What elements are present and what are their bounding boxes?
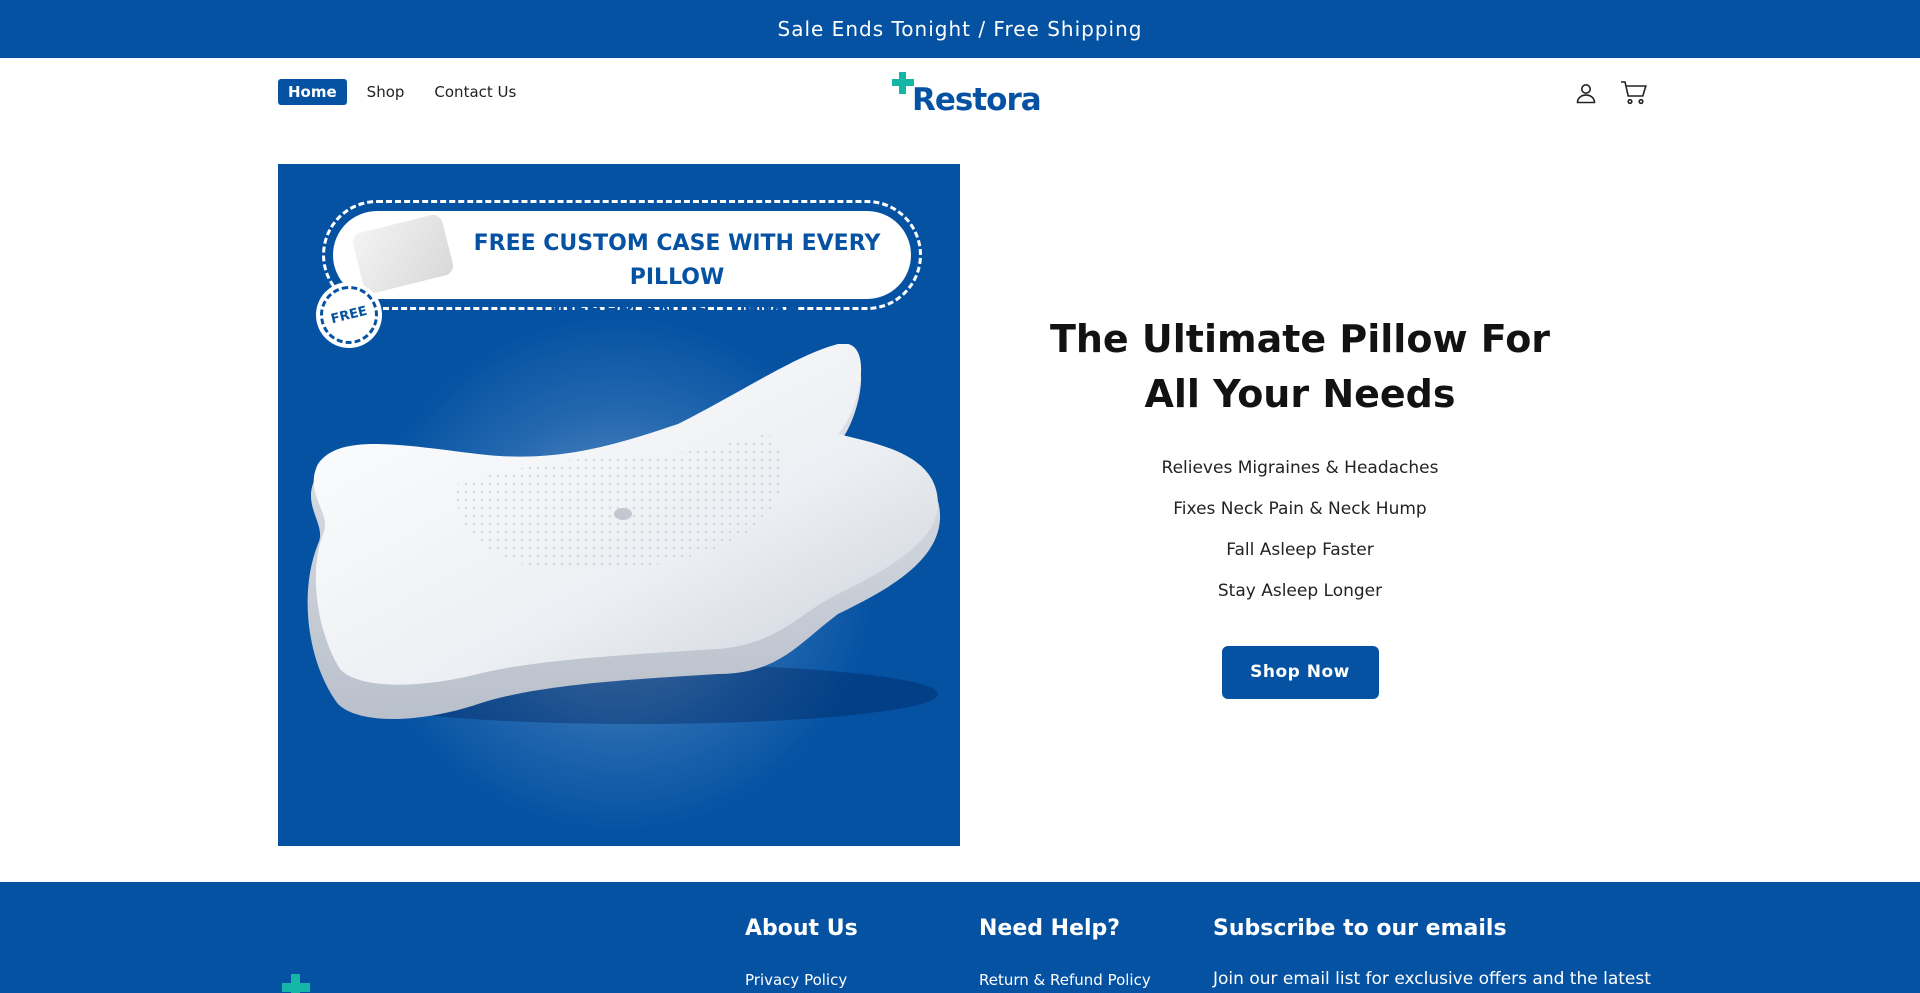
nav-home-link[interactable]: Home: [278, 79, 347, 105]
refund-policy-link[interactable]: Return & Refund Policy: [979, 971, 1151, 989]
privacy-policy-link[interactable]: Privacy Policy: [745, 971, 858, 989]
nav-shop-link[interactable]: Shop: [357, 79, 415, 105]
promo-line-2: OFFER ENDS TODAY: [553, 299, 801, 324]
benefit-list: Relieves Migraines & Headaches Fixes Nec…: [1020, 448, 1580, 612]
shop-now-button[interactable]: Shop Now: [1221, 646, 1379, 699]
nav-contact-link[interactable]: Contact Us: [424, 79, 526, 105]
benefit-item: Stay Asleep Longer: [1217, 581, 1383, 601]
header-actions: [1572, 79, 1648, 107]
logo-text: Restora: [912, 82, 1042, 118]
hero-image: FREE CUSTOM CASE WITH EVERY PILLOW OFFER…: [278, 164, 960, 846]
site-header: Home Shop Contact Us Restora: [0, 58, 1920, 128]
pillowcase-image: [350, 212, 456, 296]
announcement-bar: Sale Ends Tonight / Free Shipping: [0, 0, 1920, 58]
footer-subscribe: Subscribe to our emails Join our email l…: [1213, 916, 1651, 989]
footer-logo-icon[interactable]: [282, 974, 310, 993]
footer-about: About Us Privacy Policy: [745, 916, 858, 989]
promo-banner: FREE CUSTOM CASE WITH EVERY PILLOW OFFER…: [322, 200, 922, 324]
footer-help: Need Help? Return & Refund Policy: [979, 916, 1151, 989]
footer-about-title: About Us: [745, 916, 858, 941]
pillow-image: [307, 344, 941, 724]
account-icon[interactable]: [1572, 79, 1600, 107]
footer-help-title: Need Help?: [979, 916, 1121, 941]
promo-line-1: FREE CUSTOM CASE WITH EVERY PILLOW: [473, 231, 881, 290]
benefit-item: Relieves Migraines & Headaches: [1161, 458, 1439, 478]
site-logo[interactable]: Restora: [892, 72, 1042, 118]
logo-cross-icon: [892, 72, 914, 94]
hero-headline: The Ultimate Pillow For All Your Needs: [1049, 317, 1551, 416]
benefit-item: Fall Asleep Faster: [1226, 540, 1374, 560]
promo-text: FREE CUSTOM CASE WITH EVERY PILLOW OFFER…: [463, 227, 891, 329]
main-nav: Home Shop Contact Us: [278, 79, 526, 105]
subscribe-title: Subscribe to our emails: [1213, 916, 1507, 941]
cart-icon[interactable]: [1620, 79, 1648, 107]
subscribe-text: Join our email list for exclusive offers…: [1213, 969, 1651, 989]
announcement-text: Sale Ends Tonight / Free Shipping: [777, 17, 1143, 41]
benefit-item: Fixes Neck Pain & Neck Hump: [1173, 499, 1427, 519]
hero-copy: The Ultimate Pillow For All Your Needs R…: [1020, 312, 1580, 699]
site-footer: About Us Privacy Policy Need Help? Retur…: [0, 882, 1920, 993]
